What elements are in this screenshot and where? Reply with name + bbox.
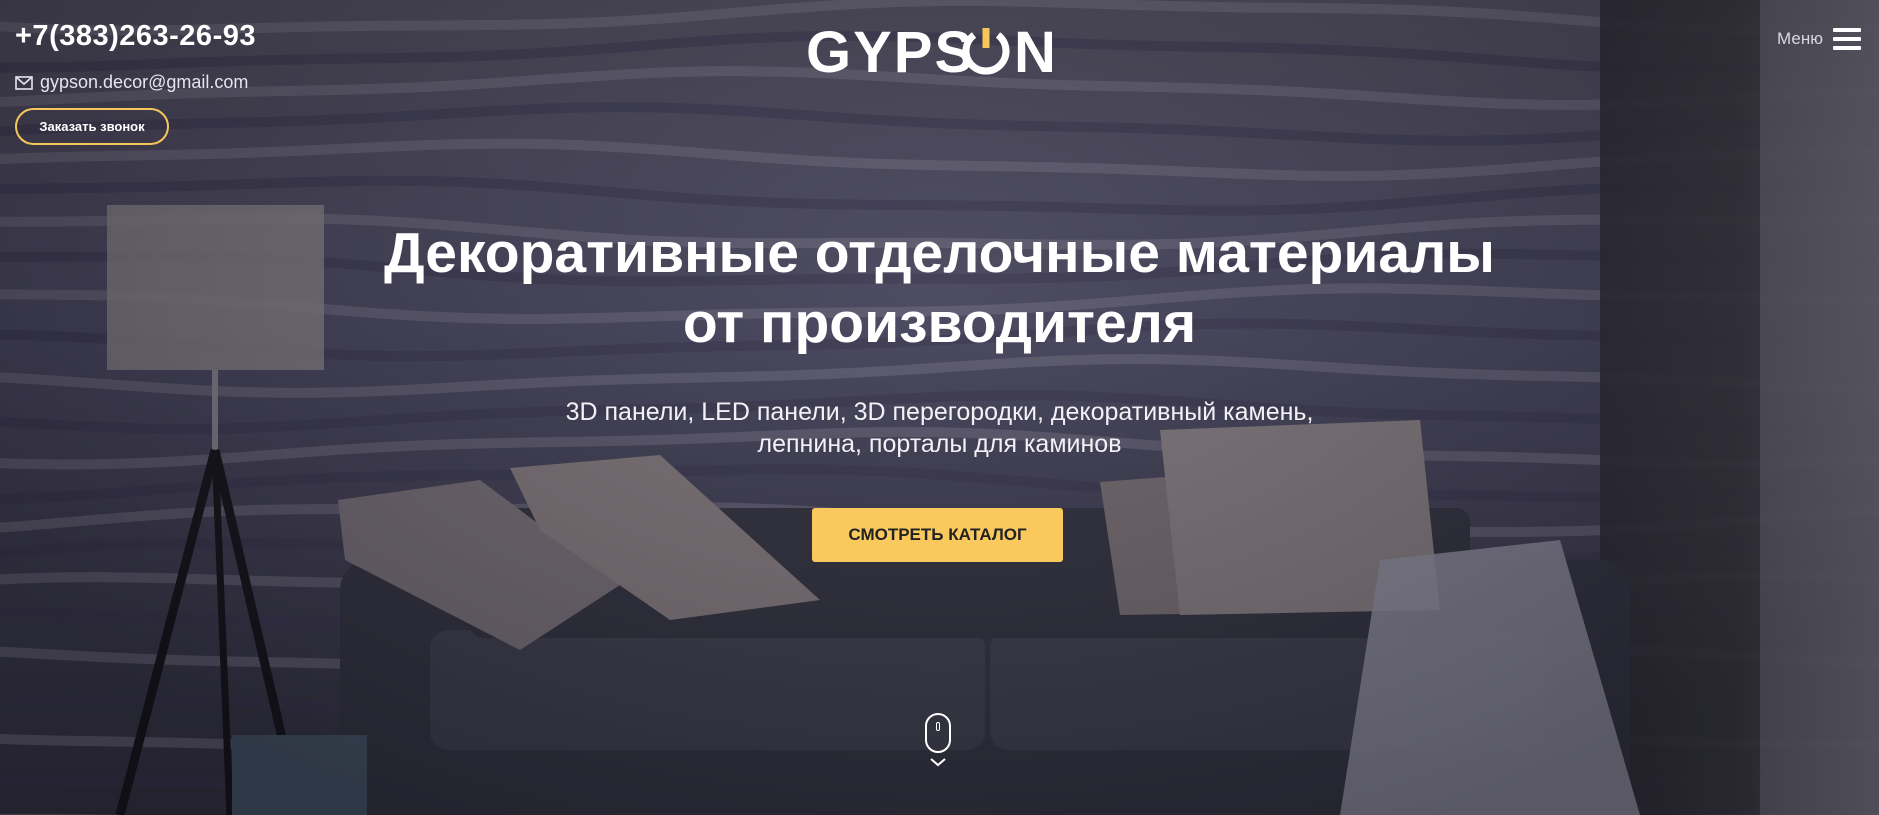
- mouse-wheel: [936, 722, 940, 731]
- envelope-icon: [15, 75, 33, 90]
- hero-title: Декоративные отделочные материалы от про…: [0, 218, 1879, 358]
- mouse-icon[interactable]: [925, 713, 951, 753]
- view-catalog-button[interactable]: СМОТРЕТЬ КАТАЛОГ: [812, 508, 1063, 562]
- chevron-down-icon[interactable]: [929, 757, 947, 767]
- hero-title-line-2: от производителя: [682, 291, 1197, 355]
- request-call-button[interactable]: Заказать звонок: [15, 108, 169, 145]
- menu-label: Меню: [1777, 29, 1823, 48]
- logo[interactable]: GYPS N: [806, 20, 1076, 85]
- hero-section: +7(383)263-26-93 gypson.decor@gmail.com …: [0, 0, 1879, 815]
- hero-subtitle-line-2: лепнина, порталы для каминов: [757, 430, 1122, 458]
- svg-text:N: N: [1014, 20, 1056, 82]
- menu-button[interactable]: Меню: [1777, 28, 1861, 50]
- hero-title-line-1: Декоративные отделочные материалы: [384, 221, 1495, 285]
- hamburger-icon: [1833, 28, 1861, 50]
- email-link[interactable]: gypson.decor@gmail.com: [15, 72, 248, 93]
- phone-number[interactable]: +7(383)263-26-93: [15, 20, 256, 53]
- hero-subtitle: 3D панели, LED панели, 3D перегородки, д…: [0, 396, 1879, 460]
- gypson-logo-mark: GYPS N: [806, 20, 1056, 85]
- svg-text:GYPS: GYPS: [806, 20, 975, 82]
- email-text: gypson.decor@gmail.com: [40, 72, 249, 92]
- hero-subtitle-line-1: 3D панели, LED панели, 3D перегородки, д…: [565, 398, 1314, 426]
